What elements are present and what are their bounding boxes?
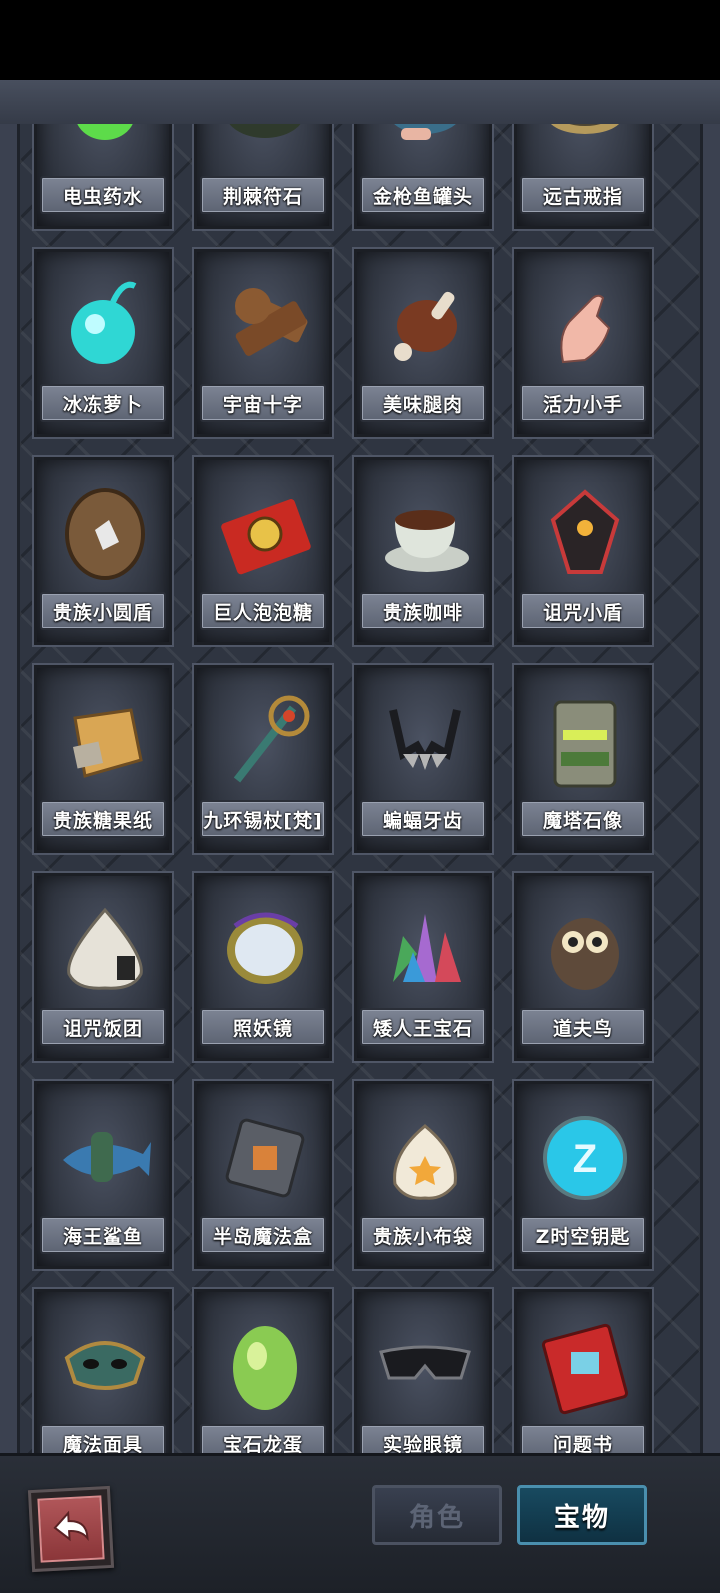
cosmic-cross-icon: [213, 272, 317, 376]
noble-candy-wrapper-icon: [53, 688, 157, 792]
demon-mirror-icon: [213, 896, 317, 1000]
item-slot[interactable]: 海王鲨鱼: [34, 1081, 172, 1269]
back-button[interactable]: [27, 1485, 115, 1573]
item-slot[interactable]: 贵族小圆盾: [34, 457, 172, 645]
item-slot[interactable]: 贵族糖果纸: [34, 665, 172, 853]
back-arrow-icon: [53, 1510, 89, 1542]
peninsula-magic-box-icon: [213, 1104, 317, 1208]
status-bar: [0, 0, 720, 80]
item-name-label: 蝙蝠牙齿: [360, 800, 486, 838]
item-name-label: 冰冻萝卜: [40, 384, 166, 422]
lab-glasses-icon: [373, 1312, 477, 1416]
item-name-label: 电虫药水: [40, 176, 166, 214]
tab-role[interactable]: 角色: [372, 1485, 502, 1545]
item-slot[interactable]: 魔法面具: [34, 1289, 172, 1464]
magic-tower-statue-icon: [533, 688, 637, 792]
item-name-label: 半岛魔法盒: [200, 1216, 326, 1254]
gem-dragon-egg-icon: [213, 1312, 317, 1416]
item-slot[interactable]: 金枪鱼罐头: [354, 124, 492, 229]
item-slot[interactable]: 活力小手: [514, 249, 652, 437]
dodo-bird-icon: [533, 896, 637, 1000]
electric-bug-potion-icon: [53, 124, 157, 168]
thorn-rune-stone-icon: [213, 124, 317, 168]
sea-king-shark-icon: [53, 1104, 157, 1208]
item-slot[interactable]: 宝石龙蛋: [194, 1289, 332, 1464]
tasty-drumstick-icon: [373, 272, 477, 376]
item-name-label: 照妖镜: [200, 1008, 326, 1046]
nine-ring-staff-icon: [213, 688, 317, 792]
item-name-label: 道夫鸟: [520, 1008, 646, 1046]
item-slot[interactable]: 贵族咖啡: [354, 457, 492, 645]
item-slot[interactable]: 照妖镜: [194, 873, 332, 1061]
item-slot[interactable]: Z Z时空钥匙: [514, 1081, 652, 1269]
item-slot[interactable]: 贵族小布袋: [354, 1081, 492, 1269]
noble-pouch-icon: [373, 1104, 477, 1208]
question-book-icon: [533, 1312, 637, 1416]
item-name-label: 金枪鱼罐头: [360, 176, 486, 214]
item-name-label: 诅咒小盾: [520, 592, 646, 630]
item-slot[interactable]: 蝙蝠牙齿: [354, 665, 492, 853]
item-name-label: 宇宙十字: [200, 384, 326, 422]
item-slot[interactable]: 魔塔石像: [514, 665, 652, 853]
item-slot[interactable]: 道夫鸟: [514, 873, 652, 1061]
item-slot[interactable]: 巨人泡泡糖: [194, 457, 332, 645]
item-name-label: 诅咒饭团: [40, 1008, 166, 1046]
tuna-can-icon: [373, 124, 477, 168]
item-slot[interactable]: 美味腿肉: [354, 249, 492, 437]
item-name-label: 荆棘符石: [200, 176, 326, 214]
svg-text:Z: Z: [573, 1137, 597, 1181]
item-slot[interactable]: 宇宙十字: [194, 249, 332, 437]
item-slot[interactable]: 半岛魔法盒: [194, 1081, 332, 1269]
item-name-label: 远古戒指: [520, 176, 646, 214]
item-name-label: 巨人泡泡糖: [200, 592, 326, 630]
dwarf-king-gem-icon: [373, 896, 477, 1000]
item-slot[interactable]: 矮人王宝石: [354, 873, 492, 1061]
item-name-label: 海王鲨鱼: [40, 1216, 166, 1254]
item-name-label: 九环锡杖[梵]: [200, 800, 326, 838]
magic-mask-icon: [53, 1312, 157, 1416]
noble-buckler-icon: [53, 480, 157, 584]
ancient-ring-icon: [533, 124, 637, 168]
tab-treasure[interactable]: 宝物: [517, 1485, 647, 1545]
frozen-radish-icon: [53, 272, 157, 376]
bat-teeth-icon: [373, 688, 477, 792]
item-slot[interactable]: 问题书: [514, 1289, 652, 1464]
item-slot[interactable]: 实验眼镜: [354, 1289, 492, 1464]
item-slot[interactable]: 诅咒饭团: [34, 873, 172, 1061]
item-name-label: 活力小手: [520, 384, 646, 422]
lively-hand-icon: [533, 272, 637, 376]
item-name-label: 美味腿肉: [360, 384, 486, 422]
item-name-label: 贵族小布袋: [360, 1216, 486, 1254]
item-slot[interactable]: 电虫药水: [34, 124, 172, 229]
item-slot[interactable]: 九环锡杖[梵]: [194, 665, 332, 853]
item-slot[interactable]: 荆棘符石: [194, 124, 332, 229]
noble-coffee-icon: [373, 480, 477, 584]
item-slot[interactable]: 冰冻萝卜: [34, 249, 172, 437]
item-name-label: 贵族小圆盾: [40, 592, 166, 630]
item-slot[interactable]: 诅咒小盾: [514, 457, 652, 645]
cursed-rice-ball-icon: [53, 896, 157, 1000]
item-name-label: 贵族糖果纸: [40, 800, 166, 838]
cursed-shield-icon: [533, 480, 637, 584]
item-name-label: 矮人王宝石: [360, 1008, 486, 1046]
z-spacetime-key-icon: Z: [533, 1104, 637, 1208]
treasure-grid[interactable]: 电虫药水 荆棘符石 金枪鱼罐头 远古戒指冰冻萝卜 宇宙十字 美味腿肉 活力小手贵族小圆盾 巨人…: [17, 124, 703, 1464]
item-slot[interactable]: 远古戒指: [514, 124, 652, 229]
giant-bubblegum-icon: [213, 480, 317, 584]
frame-top-edge: [0, 80, 720, 124]
item-name-label: 贵族咖啡: [360, 592, 486, 630]
item-name-label: 魔塔石像: [520, 800, 646, 838]
item-name-label: Z时空钥匙: [520, 1216, 646, 1254]
